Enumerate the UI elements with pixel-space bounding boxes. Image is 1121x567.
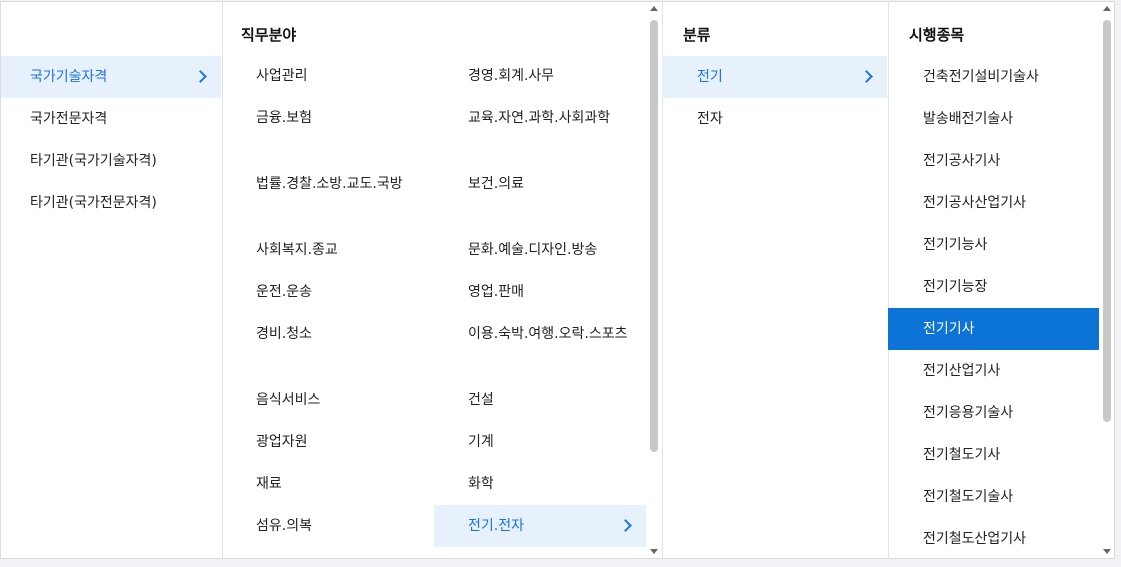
field-item-label: 경비.청소 xyxy=(256,326,312,342)
field-item-label: 문화.예술.디자인.방송 xyxy=(468,242,598,258)
exam-item[interactable]: 전기철도기술사 xyxy=(888,476,1099,518)
job-field-column: 직무분야 사업관리 금융.보험 법률.경찰.소방.교도.국방 사회복지.종교 운… xyxy=(222,2,663,558)
scroll-up-arrow-icon[interactable] xyxy=(1103,6,1111,11)
field-item-label: 경영.회계.사무 xyxy=(468,68,555,84)
classification-header: 분류 xyxy=(683,26,711,44)
field-item-label: 건설 xyxy=(468,392,494,408)
exam-item[interactable]: 전기공사산업기사 xyxy=(888,182,1099,224)
field-item-label: 이용.숙박.여행.오락.스포츠 xyxy=(468,326,628,342)
exam-item[interactable]: 발송배전기술사 xyxy=(888,98,1099,140)
exam-item-label: 전기철도산업기사 xyxy=(923,531,1027,547)
field-item-label: 운전.운송 xyxy=(256,284,312,300)
field-item-label: 광업자원 xyxy=(256,434,308,450)
field-item[interactable]: 문화.예술.디자인.방송 xyxy=(434,238,646,262)
classification-column: 분류 전기 전자 xyxy=(662,2,889,558)
field-item-label: 법률.경찰.소방.교도.국방 xyxy=(256,176,403,192)
field-item-label: 사업관리 xyxy=(256,68,308,84)
exam-item-label: 발송배전기술사 xyxy=(923,111,1014,127)
field-item-label: 교육.자연.과학.사회과학 xyxy=(468,110,611,126)
field-item-label: 기계 xyxy=(468,434,494,450)
field-item-label: 섬유.의복 xyxy=(256,518,312,534)
scroll-down-arrow-icon[interactable] xyxy=(1103,549,1111,554)
exam-item-label: 전기기사 xyxy=(923,321,975,337)
chevron-right-icon xyxy=(619,519,632,532)
field-item[interactable]: 영업.판매 xyxy=(434,280,646,304)
type-item-label: 타기관(국가전문자격) xyxy=(30,195,157,211)
field-item[interactable]: 운전.운송 xyxy=(222,280,430,304)
exam-item-electrical-engineer[interactable]: 전기기사 xyxy=(888,308,1099,350)
scroll-up-arrow-icon[interactable] xyxy=(650,6,658,11)
field-item[interactable]: 금융.보험 xyxy=(222,106,430,130)
field-item-label: 전기.전자 xyxy=(468,518,524,534)
field-item-label: 화학 xyxy=(468,476,494,492)
scroll-down-arrow-icon[interactable] xyxy=(650,549,658,554)
classification-item-electric[interactable]: 전기 xyxy=(662,56,887,98)
field-item-electrical-electronic[interactable]: 전기.전자 xyxy=(434,505,646,547)
exam-item[interactable]: 전기공사기사 xyxy=(888,140,1099,182)
exam-item-label: 건축전기설비기술사 xyxy=(923,69,1039,85)
chevron-right-icon xyxy=(860,70,873,83)
exam-scrollbar[interactable] xyxy=(1099,2,1114,558)
field-item-label: 재료 xyxy=(256,476,282,492)
exam-item[interactable]: 건축전기설비기술사 xyxy=(888,56,1099,98)
field-item[interactable]: 음식서비스 xyxy=(222,388,430,412)
exam-item-label: 전기산업기사 xyxy=(923,363,1001,379)
exam-item-label: 전기공사기사 xyxy=(923,153,1001,169)
field-item-label: 금융.보험 xyxy=(256,110,312,126)
exam-item[interactable]: 전기응용기술사 xyxy=(888,392,1099,434)
exam-item-label: 전기철도기술사 xyxy=(923,489,1014,505)
type-item-label: 타기관(국가기술자격) xyxy=(30,153,157,169)
classification-item-label: 전기 xyxy=(697,69,723,85)
type-item-other-technical[interactable]: 타기관(국가기술자격) xyxy=(1,140,221,182)
field-item[interactable]: 기계 xyxy=(434,430,646,454)
type-item-other-professional[interactable]: 타기관(국가전문자격) xyxy=(1,182,221,224)
job-field-header: 직무분야 xyxy=(241,26,297,44)
exam-item-column: 시행종목 건축전기설비기술사 발송배전기술사 전기공사기사 전기공사산업기사 전… xyxy=(888,2,1114,558)
type-item-label: 국가기술자격 xyxy=(30,69,108,85)
exam-item-header: 시행종목 xyxy=(909,26,965,44)
field-item[interactable]: 광업자원 xyxy=(222,430,430,454)
field-item[interactable]: 보건.의료 xyxy=(434,172,646,196)
type-item-national-professional[interactable]: 국가전문자격 xyxy=(1,98,221,140)
exam-item-label: 전기공사산업기사 xyxy=(923,195,1027,211)
field-item-label: 사회복지.종교 xyxy=(256,242,338,258)
exam-item[interactable]: 전기기능사 xyxy=(888,224,1099,266)
field-item-label: 보건.의료 xyxy=(468,176,524,192)
type-item-label: 국가전문자격 xyxy=(30,111,108,127)
exam-item[interactable]: 전기기능장 xyxy=(888,266,1099,308)
field-item[interactable]: 섬유.의복 xyxy=(222,514,430,538)
field-item[interactable]: 교육.자연.과학.사회과학 xyxy=(434,106,634,130)
field-item[interactable]: 건설 xyxy=(434,388,646,412)
field-item[interactable]: 사회복지.종교 xyxy=(222,238,430,262)
chevron-right-icon xyxy=(194,70,207,83)
scroll-thumb[interactable] xyxy=(650,20,658,452)
field-item-label: 영업.판매 xyxy=(468,284,524,300)
field-item[interactable]: 재료 xyxy=(222,472,430,496)
field-item-label: 음식서비스 xyxy=(256,392,321,408)
field-item[interactable]: 경비.청소 xyxy=(222,322,430,346)
classification-item-electronic[interactable]: 전자 xyxy=(662,98,887,140)
field-item[interactable]: 법률.경찰.소방.교도.국방 xyxy=(222,172,422,196)
exam-item-label: 전기응용기술사 xyxy=(923,405,1014,421)
exam-item[interactable]: 전기철도기사 xyxy=(888,434,1099,476)
classification-item-label: 전자 xyxy=(697,111,723,127)
qualification-type-column: 국가기술자격 국가전문자격 타기관(국가기술자격) 타기관(국가전문자격) xyxy=(1,2,223,558)
exam-item-label: 전기철도기사 xyxy=(923,447,1001,463)
qualification-selector: 국가기술자격 국가전문자격 타기관(국가기술자격) 타기관(국가전문자격) 직무… xyxy=(0,1,1115,559)
exam-item-label: 전기기능장 xyxy=(923,279,988,295)
type-item-national-technical[interactable]: 국가기술자격 xyxy=(1,56,221,98)
scroll-thumb[interactable] xyxy=(1103,20,1111,422)
field-item[interactable]: 화학 xyxy=(434,472,646,496)
exam-item[interactable]: 전기철도산업기사 xyxy=(888,518,1099,558)
field-scrollbar[interactable] xyxy=(646,2,662,558)
exam-item[interactable]: 전기산업기사 xyxy=(888,350,1099,392)
field-item[interactable]: 경영.회계.사무 xyxy=(434,64,646,88)
field-item[interactable]: 이용.숙박.여행.오락.스포츠 xyxy=(434,322,634,346)
field-item[interactable]: 사업관리 xyxy=(222,64,430,88)
exam-item-label: 전기기능사 xyxy=(923,237,988,253)
